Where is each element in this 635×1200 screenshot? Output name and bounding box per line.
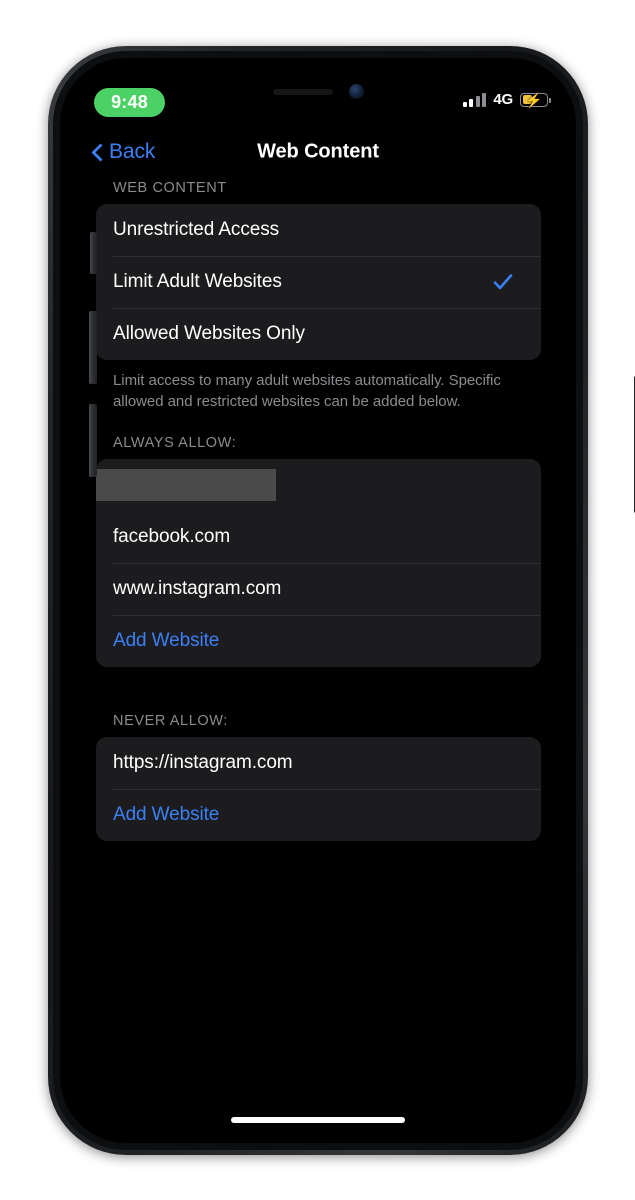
option-label: Allowed Websites Only	[113, 323, 305, 344]
redacted-entry-row[interactable]	[96, 459, 541, 511]
volume-up-button[interactable]	[89, 311, 97, 384]
option-label: Limit Adult Websites	[113, 271, 282, 292]
option-limit-adult-websites[interactable]: Limit Adult Websites	[96, 256, 541, 308]
option-allowed-websites-only[interactable]: Allowed Websites Only	[96, 308, 541, 360]
status-bar: 9:48 4G ⚡	[60, 58, 576, 124]
cellular-signal-icon	[462, 92, 487, 107]
option-unrestricted-access[interactable]: Unrestricted Access	[96, 204, 541, 256]
phone-screen: 9:48 4G ⚡ Back Web Content WEB CONTENT U…	[60, 58, 576, 1143]
add-website-label: Add Website	[113, 803, 220, 825]
status-time: 9:48	[111, 92, 148, 112]
charging-bolt-icon: ⚡	[525, 91, 543, 108]
status-time-pill[interactable]: 9:48	[94, 88, 165, 117]
silent-switch-button[interactable]	[90, 232, 97, 274]
page-title: Web Content	[257, 140, 379, 163]
web-content-options-card: Unrestricted Access Limit Adult Websites…	[96, 204, 541, 360]
section-header-never-allow: NEVER ALLOW:	[113, 712, 228, 729]
navigation-bar: Back Web Content	[60, 124, 576, 180]
option-label: Unrestricted Access	[113, 219, 279, 240]
web-content-footer-text: Limit access to many adult websites auto…	[113, 372, 501, 411]
phone-frame: 9:48 4G ⚡ Back Web Content WEB CONTENT U…	[48, 46, 635, 1155]
volume-down-button[interactable]	[89, 404, 97, 477]
network-type-label: 4G	[493, 91, 513, 108]
always-allow-item-instagram[interactable]: www.instagram.com	[96, 562, 541, 615]
redaction-block	[96, 468, 276, 501]
always-allow-item-facebook[interactable]: facebook.com	[96, 511, 541, 563]
always-allow-card: facebook.com www.instagram.com Add Websi…	[96, 458, 541, 667]
never-allow-add-website-button[interactable]: Add Website	[96, 788, 541, 841]
never-allow-card: https://instagram.com Add Website	[96, 736, 541, 841]
home-indicator[interactable]	[231, 1117, 405, 1123]
website-label: https://instagram.com	[113, 751, 293, 773]
settings-content: WEB CONTENT Unrestricted Access Limit Ad…	[60, 180, 576, 1143]
section-header-always-allow: ALWAYS ALLOW:	[113, 434, 237, 451]
status-indicators: 4G ⚡	[462, 91, 551, 108]
always-allow-add-website-button[interactable]: Add Website	[96, 614, 541, 667]
website-label: www.instagram.com	[113, 577, 282, 599]
website-label: facebook.com	[113, 525, 231, 547]
add-website-label: Add Website	[113, 629, 220, 651]
battery-charging-low-power-icon: ⚡	[520, 91, 551, 108]
checkmark-icon	[492, 271, 514, 293]
section-header-web-content: WEB CONTENT	[113, 180, 227, 196]
never-allow-item-instagram[interactable]: https://instagram.com	[96, 737, 541, 789]
